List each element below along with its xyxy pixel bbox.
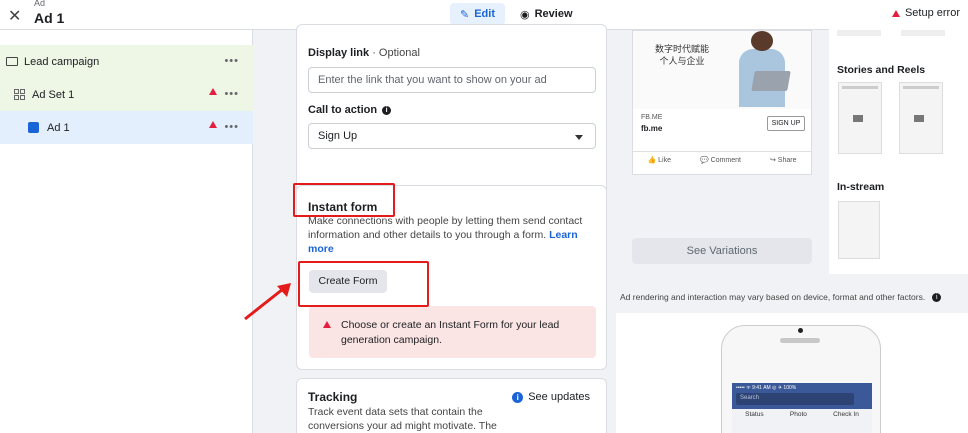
- review-tab-label: Review: [534, 8, 573, 20]
- instant-form-description: Make connections with people by letting …: [308, 215, 583, 255]
- caret-down-icon: [575, 135, 583, 140]
- pencil-icon: ✎: [460, 8, 470, 21]
- annotation-box-instant-form: [293, 183, 395, 217]
- setup-error-label: Setup error: [904, 7, 960, 19]
- instant-form-alert: Choose or create an Instant Form for you…: [309, 306, 596, 358]
- breadcrumb-level: Ad: [34, 0, 46, 8]
- sidebar-item-campaign[interactable]: Lead campaign •••: [0, 45, 253, 78]
- call-to-action-value: Sign Up: [318, 130, 358, 142]
- phone-composer-tabs: Status Photo Check In: [745, 411, 859, 418]
- phone-search-bar: Search: [736, 393, 854, 405]
- campaign-tree-sidebar: Lead campaign ••• Ad Set 1 ••• Ad 1 •••: [0, 30, 253, 433]
- laptop-icon: [751, 71, 791, 91]
- sidebar-item-label: Ad 1: [47, 121, 70, 134]
- share-action: ↪ Share: [769, 157, 797, 164]
- see-updates-label: See updates: [528, 391, 590, 403]
- ad-image: 数字时代赋能 个人与企业: [633, 31, 811, 109]
- comment-action: 💬 Comment: [699, 157, 741, 164]
- annotation-box-create-form: [298, 261, 429, 307]
- camera-icon: [798, 328, 803, 333]
- signup-cta-button: SIGN UP: [767, 116, 805, 131]
- setup-error-link[interactable]: Setup error: [891, 7, 960, 19]
- review-tab[interactable]: ◉ Review: [512, 3, 581, 25]
- placements-panel: Stories and Reels In-stream: [829, 26, 968, 274]
- edit-tab[interactable]: ✎ Edit: [450, 3, 505, 25]
- info-icon: i: [512, 391, 524, 403]
- stories-reels-title: Stories and Reels: [837, 64, 926, 76]
- feed-preview-card[interactable]: 数字时代赋能 个人与企业 FB.ME fb.me SIGN UP 👍 Like …: [632, 30, 812, 175]
- like-action: 👍 Like: [647, 157, 671, 164]
- sidebar-item-adset[interactable]: Ad Set 1 •••: [0, 78, 253, 111]
- phone-screen: ••••• ᯤ 9:41 AM ◎ ✈ 100% Search Status P…: [732, 383, 872, 433]
- close-icon[interactable]: ✕: [8, 6, 21, 26]
- warning-icon: [209, 88, 217, 95]
- folder-icon: [6, 57, 18, 66]
- sidebar-item-label: Ad Set 1: [32, 88, 75, 101]
- reel-preview-thumbnail[interactable]: [899, 82, 943, 154]
- alert-text: Choose or create an Instant Form for you…: [341, 319, 560, 346]
- eye-icon: ◉: [520, 8, 530, 21]
- annotation-arrow-icon: [244, 283, 291, 321]
- post-actions: 👍 Like 💬 Comment ↪ Share: [633, 151, 811, 164]
- call-to-action-select[interactable]: Sign Up: [308, 123, 596, 149]
- page-title: Ad 1: [34, 10, 65, 26]
- more-options-icon[interactable]: •••: [224, 121, 239, 133]
- tracking-card: Tracking i See updates Track event data …: [296, 378, 607, 433]
- call-to-action-label: Call to action i: [308, 104, 392, 116]
- ad-creative-card: Display link · Optional Enter the link t…: [296, 24, 607, 204]
- display-link-input[interactable]: Enter the link that you want to show on …: [308, 67, 596, 93]
- in-stream-title: In-stream: [837, 181, 885, 193]
- see-variations-button[interactable]: See Variations: [632, 238, 812, 264]
- phone-mockup: ••••• ᯤ 9:41 AM ◎ ✈ 100% Search Status P…: [721, 325, 881, 433]
- phone-status-bar: ••••• ᯤ 9:41 AM ◎ ✈ 100%: [736, 385, 797, 391]
- adset-grid-icon: [14, 89, 25, 100]
- ad-icon: [28, 122, 39, 133]
- edit-tab-label: Edit: [474, 8, 495, 20]
- story-preview-thumbnail[interactable]: [838, 82, 882, 154]
- warning-icon: [323, 321, 331, 328]
- sidebar-item-label: Lead campaign: [24, 55, 100, 68]
- warning-icon: [891, 9, 900, 17]
- sidebar-item-ad[interactable]: Ad 1 •••: [0, 111, 253, 144]
- display-link-label: Display link · Optional: [308, 47, 420, 59]
- ad-preview-panel: 数字时代赋能 个人与企业 FB.ME fb.me SIGN UP 👍 Like …: [614, 26, 968, 433]
- more-options-icon[interactable]: •••: [224, 55, 239, 67]
- in-stream-preview-thumbnail[interactable]: [838, 201, 880, 259]
- link-domain: fb.me: [641, 124, 663, 133]
- info-icon[interactable]: i: [932, 292, 942, 302]
- link-caption: FB.ME: [641, 114, 663, 121]
- see-updates-link[interactable]: i See updates: [512, 391, 590, 403]
- more-options-icon[interactable]: •••: [224, 88, 239, 100]
- warning-icon: [209, 121, 217, 128]
- tracking-title: Tracking: [308, 390, 358, 404]
- rendering-footnote: Ad rendering and interaction may vary ba…: [620, 292, 942, 302]
- info-icon[interactable]: i: [382, 106, 392, 115]
- ad-headline: 数字时代赋能 个人与企业: [655, 44, 710, 66]
- mobile-preview: ••••• ᯤ 9:41 AM ◎ ✈ 100% Search Status P…: [616, 313, 968, 433]
- ad-editor-column: Display link · Optional Enter the link t…: [254, 24, 614, 433]
- tracking-description: Track event data sets that contain the c…: [308, 406, 497, 432]
